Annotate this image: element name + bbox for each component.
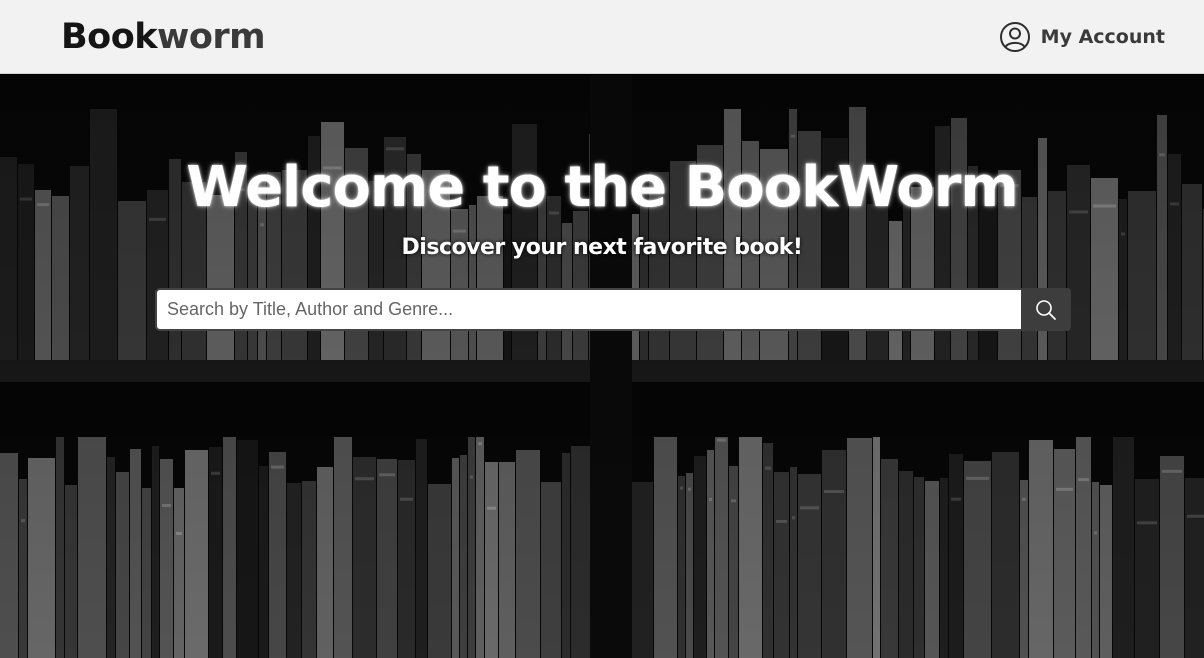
my-account-link[interactable]: My Account — [999, 21, 1165, 53]
hero-title: Welcome to the BookWorm — [186, 155, 1018, 220]
logo-part1: Book — [61, 16, 158, 57]
top-nav: Bookworm My Account — [0, 0, 1204, 74]
search-icon — [1036, 299, 1056, 320]
logo[interactable]: Bookworm — [61, 16, 266, 57]
user-circle-icon — [999, 21, 1030, 52]
search-input[interactable] — [155, 288, 1021, 331]
hero-subtitle: Discover your next favorite book! — [401, 235, 803, 260]
search-bar — [155, 288, 1071, 331]
search-button[interactable] — [1021, 288, 1071, 331]
account-label: My Account — [1040, 25, 1165, 48]
hero-section: Welcome to the BookWorm Discover your ne… — [0, 75, 1204, 658]
logo-part2: worm — [157, 16, 266, 57]
